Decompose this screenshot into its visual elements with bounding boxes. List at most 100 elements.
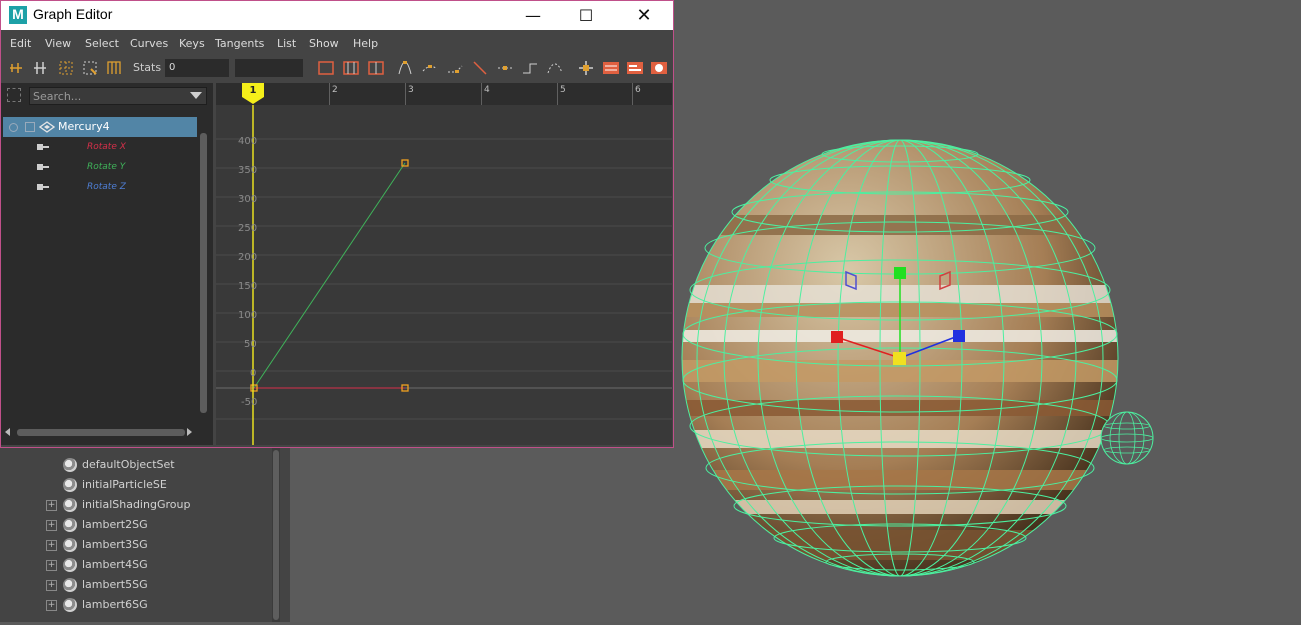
chevron-down-icon[interactable] (190, 92, 202, 99)
plateau-tangent-icon[interactable] (546, 59, 564, 77)
dope-sheet-icon[interactable] (602, 59, 620, 77)
menu-curves[interactable]: Curves (130, 37, 168, 50)
retime-tool-icon[interactable] (105, 59, 123, 77)
shading-group-icon (63, 458, 77, 472)
menu-view[interactable]: View (45, 37, 71, 50)
outliner-row[interactable]: initialParticleSE (46, 475, 167, 495)
expand-icon[interactable]: + (46, 519, 57, 531)
region-select-icon[interactable] (81, 59, 99, 77)
z-axis-handle (953, 330, 965, 342)
center-handle (893, 352, 906, 365)
search-box[interactable] (29, 87, 207, 105)
tree-row-rotate-x[interactable]: Rotate X (3, 137, 197, 157)
outliner-row-label: lambert6SG (82, 598, 148, 611)
tree-row-rotate-y[interactable]: Rotate Y (3, 157, 197, 177)
frame-playback-range-icon[interactable] (342, 59, 360, 77)
shading-group-icon (63, 538, 77, 552)
time-ruler[interactable]: 2 3 4 5 6 (216, 83, 672, 105)
tree-row-object[interactable]: Mercury4 (3, 117, 197, 137)
channel-icon (37, 184, 49, 190)
value-label: 150 (238, 281, 258, 292)
value-label: 400 (238, 136, 258, 147)
clamped-tangent-icon[interactable] (446, 59, 464, 77)
frame-all-icon[interactable] (317, 59, 335, 77)
expand-icon[interactable]: + (46, 539, 57, 551)
outliner-row-label: lambert5SG (82, 578, 148, 591)
maximize-button[interactable]: ☐ (563, 1, 609, 30)
move-nearest-key-icon[interactable] (7, 59, 25, 77)
flat-tangent-icon[interactable] (496, 59, 514, 77)
stats-time-field[interactable]: 0 (165, 59, 229, 77)
frame-label: 3 (408, 85, 414, 95)
shading-group-icon (63, 478, 77, 492)
scroll-right-icon[interactable] (187, 428, 192, 436)
step-tangent-icon[interactable] (521, 59, 539, 77)
outliner-row-label: lambert2SG (82, 518, 148, 531)
outliner-row-label: defaultObjectSet (82, 458, 175, 471)
expand-icon[interactable]: + (46, 599, 57, 611)
center-current-time-icon[interactable] (367, 59, 385, 77)
menu-keys[interactable]: Keys (179, 37, 205, 50)
shading-group-icon (63, 498, 77, 512)
menu-list[interactable]: List (277, 37, 296, 50)
curve-graph[interactable] (216, 83, 672, 445)
outliner-row-label: lambert4SG (82, 558, 148, 571)
filter-icon[interactable] (7, 88, 21, 102)
stats-value-field[interactable] (235, 59, 303, 77)
menu-tangents[interactable]: Tangents (215, 37, 264, 50)
shading-group-icon (63, 598, 77, 612)
x-axis-handle (831, 331, 843, 343)
tree-row-rotate-z[interactable]: Rotate Z (3, 177, 197, 197)
graph-editor-window[interactable]: M Graph Editor — ☐ ✕ Edit View Select Cu… (0, 0, 674, 448)
menu-select[interactable]: Select (85, 37, 119, 50)
menu-show[interactable]: Show (309, 37, 339, 50)
value-label: 0 (250, 368, 257, 379)
value-label: -50 (241, 397, 258, 408)
frame-label: 5 (560, 85, 566, 95)
value-label: 100 (238, 310, 258, 321)
collapse-icon[interactable] (9, 123, 18, 132)
expand-icon[interactable]: + (46, 579, 57, 591)
grid-lines (216, 138, 672, 420)
outliner-row[interactable]: + lambert5SG (46, 575, 148, 595)
outliner-row[interactable]: + lambert3SG (46, 535, 148, 555)
close-button[interactable]: ✕ (621, 1, 667, 30)
menu-edit[interactable]: Edit (10, 37, 31, 50)
outliner-scrollbar-thumb[interactable] (273, 450, 279, 620)
buffer-curve-icon[interactable] (577, 59, 595, 77)
y-axis-handle (894, 267, 906, 279)
outliner-row[interactable]: + initialShadingGroup (46, 495, 190, 515)
tree-vertical-scroll-thumb[interactable] (200, 133, 207, 413)
expand-icon[interactable] (25, 122, 35, 132)
graph-view[interactable]: 2 3 4 5 6 1 400 350 300 250 200 150 100 … (216, 83, 672, 445)
lattice-deform-icon[interactable] (57, 59, 75, 77)
trax-editor-icon[interactable] (626, 59, 644, 77)
rotate-y-label: Rotate Y (87, 162, 126, 172)
scroll-left-icon[interactable] (5, 428, 10, 436)
outliner-row[interactable]: + lambert4SG (46, 555, 148, 575)
auto-tangent-icon[interactable] (396, 59, 414, 77)
insert-keys-icon[interactable] (31, 59, 49, 77)
menu-help[interactable]: Help (353, 37, 378, 50)
frame-label: 6 (635, 85, 641, 95)
channel-icon (37, 144, 49, 150)
current-frame-marker[interactable]: 1 (242, 83, 264, 104)
channel-icon (37, 164, 49, 170)
outliner-row[interactable]: + lambert2SG (46, 515, 148, 535)
outliner-row[interactable]: + lambert6SG (46, 595, 148, 615)
spline-tangent-icon[interactable] (421, 59, 439, 77)
toolbar: Stats 0 (1, 56, 673, 80)
outliner-list-panel: Mercury4 Rotate X Rotate Y Rotate Z (1, 83, 213, 445)
time-editor-icon[interactable] (650, 59, 668, 77)
outliner-row-label: lambert3SG (82, 538, 148, 551)
expand-icon[interactable]: + (46, 559, 57, 571)
title-bar[interactable]: M Graph Editor — ☐ ✕ (1, 1, 673, 30)
tree-horizontal-scroll-thumb[interactable] (17, 429, 185, 436)
expand-icon[interactable]: + (46, 499, 57, 511)
minimize-button[interactable]: — (510, 1, 556, 30)
moon-sphere[interactable] (1100, 411, 1154, 465)
outliner-row[interactable]: defaultObjectSet (46, 455, 175, 475)
rotate-x-label: Rotate X (87, 142, 126, 152)
search-input[interactable] (33, 89, 183, 103)
linear-tangent-icon[interactable] (471, 59, 489, 77)
